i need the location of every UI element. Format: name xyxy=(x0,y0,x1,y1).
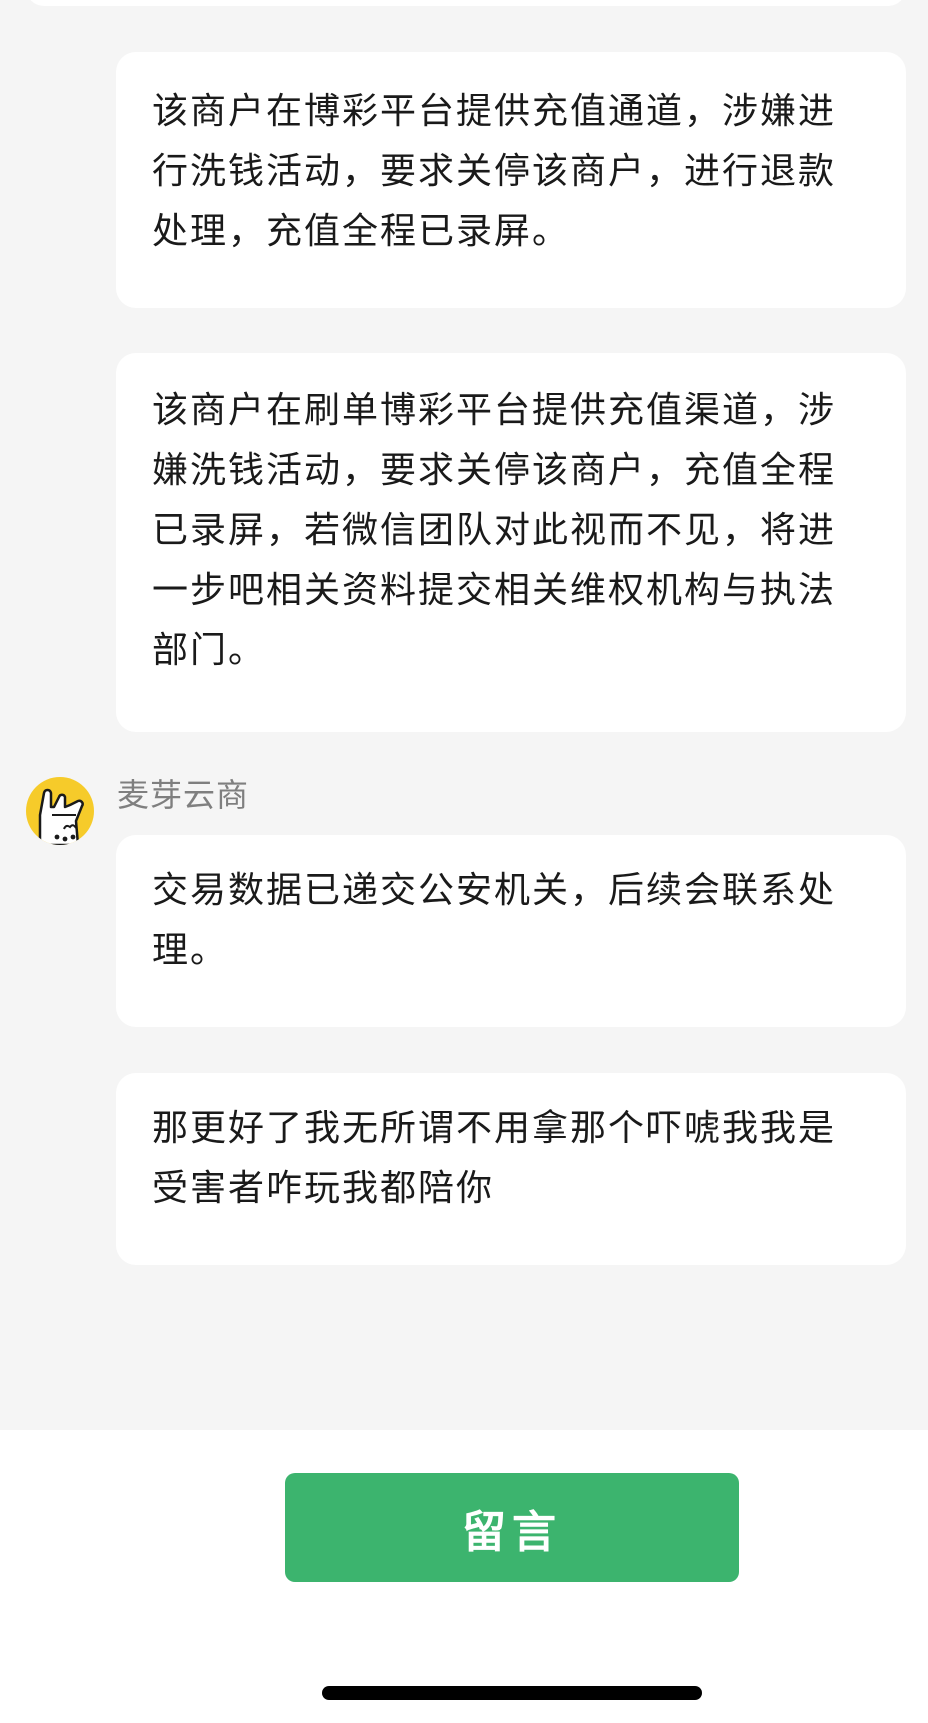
footer-bar: 留言 xyxy=(0,1430,928,1723)
leave-message-button[interactable]: 留言 xyxy=(285,1473,739,1582)
message-text: 那更好了我无所谓不用拿那个吓唬我我是受害者咋玩我都陪你 xyxy=(152,1108,837,1209)
message-bubble: 该商户在刷单博彩平台提供充值渠道，涉嫌洗钱活动，要求关停该商户，充值全程已录屏，… xyxy=(116,353,906,732)
previous-message-card xyxy=(26,0,906,6)
merchant-avatar-icon[interactable] xyxy=(26,777,94,845)
message-bubble: 交易数据已递交公安机关，后续会联系处理。 xyxy=(116,835,906,1027)
message-text: 该商户在刷单博彩平台提供充值渠道，涉嫌洗钱活动，要求关停该商户，充值全程已录屏，… xyxy=(152,390,837,671)
sender-name: 麦芽云商 xyxy=(117,776,250,814)
message-bubble: 那更好了我无所谓不用拿那个吓唬我我是受害者咋玩我都陪你 xyxy=(116,1073,906,1265)
message-text: 交易数据已递交公安机关，后续会联系处理。 xyxy=(152,870,837,971)
home-indicator[interactable] xyxy=(322,1686,702,1700)
message-text: 该商户在博彩平台提供充值通道，涉嫌进行洗钱活动，要求关停该商户，进行退款处理，充… xyxy=(152,91,837,252)
message-bubble: 该商户在博彩平台提供充值通道，涉嫌进行洗钱活动，要求关停该商户，进行退款处理，充… xyxy=(116,52,906,308)
